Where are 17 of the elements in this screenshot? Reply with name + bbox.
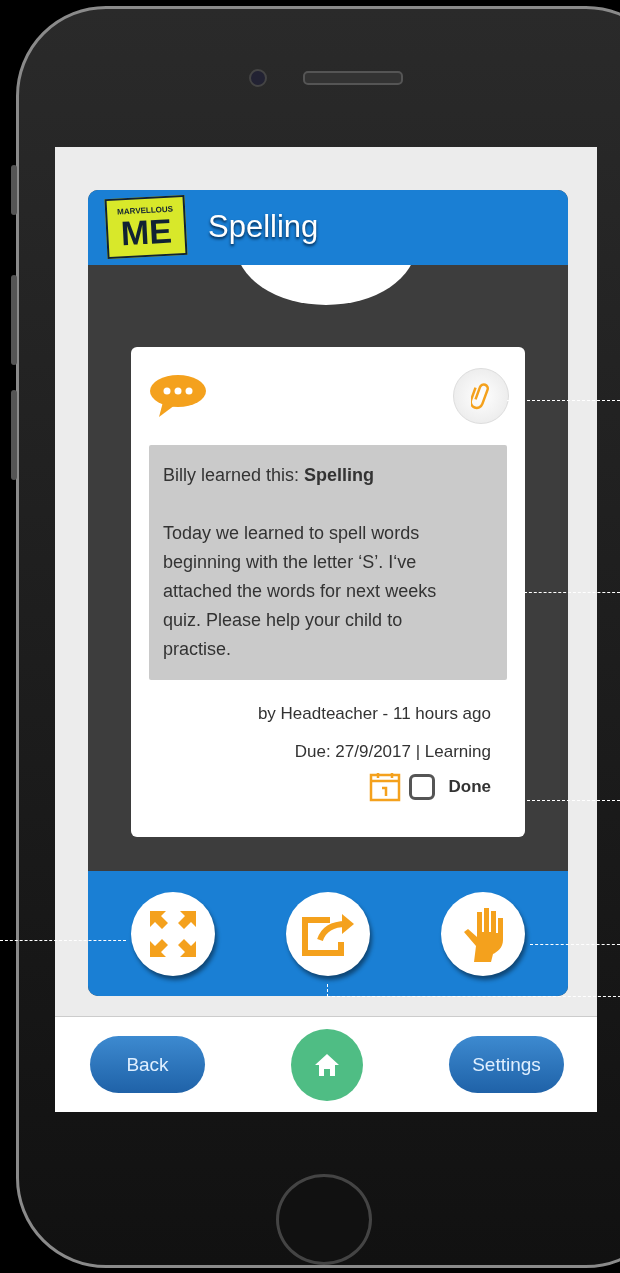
- calendar-icon: [368, 771, 401, 802]
- done-label: Done: [448, 776, 491, 797]
- expand-button[interactable]: [131, 891, 216, 976]
- message-heading: Billy learned this: Spelling: [163, 463, 376, 487]
- camera: [249, 68, 267, 87]
- home-icon: [314, 1052, 340, 1077]
- byline: by Headteacher - 11 hours ago: [257, 703, 491, 724]
- done-checkbox[interactable]: [408, 773, 435, 800]
- speech-bubble-icon: [149, 373, 207, 418]
- due-date: Due: 27/9/2017 | Learning: [294, 741, 491, 762]
- page-title: Spelling: [208, 209, 319, 246]
- paperclip-icon: [471, 380, 491, 411]
- back-button[interactable]: Back: [90, 1036, 205, 1093]
- share-button[interactable]: [286, 891, 370, 976]
- settings-button[interactable]: Settings: [449, 1036, 564, 1093]
- expand-arrows-icon: [148, 908, 199, 959]
- message-text: Today we learned to spell words beginning with the letter ‘S’. I‘ve attached the words for next weeks quiz. Please help your child to practise.: [163, 521, 438, 661]
